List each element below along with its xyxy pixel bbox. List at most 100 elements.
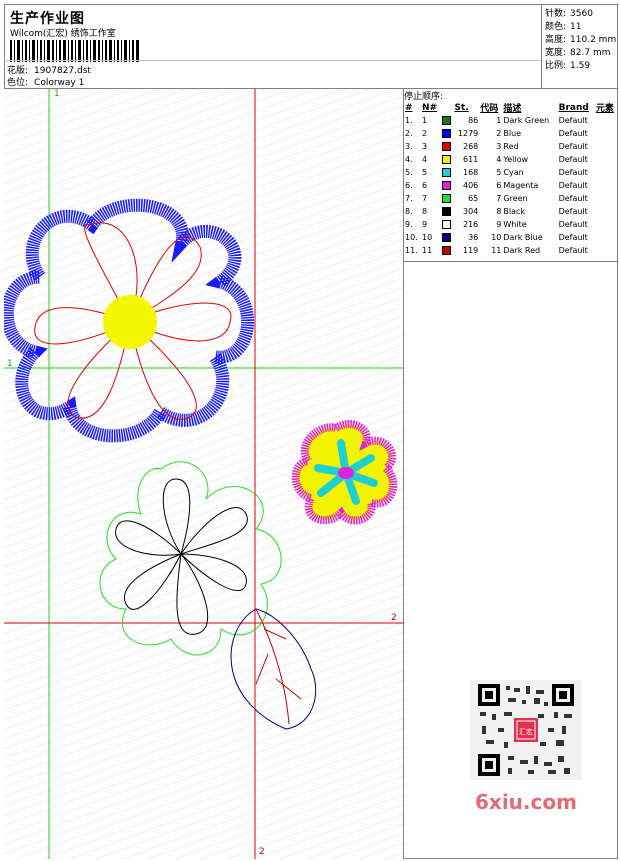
- row-code: 1: [496, 116, 502, 125]
- row-swatch: [441, 114, 454, 127]
- axis-label-red-right: 2: [391, 613, 397, 623]
- row-element: [595, 192, 618, 205]
- barcode: [10, 40, 139, 62]
- stat-colors: 颜色: 11: [545, 22, 582, 32]
- row-code: 5: [496, 168, 502, 177]
- row-swatch: [441, 166, 454, 179]
- table-row: 10. 10 36 10 Dark Blue Default: [404, 231, 618, 244]
- row-index: 11.: [405, 246, 418, 255]
- color-swatch-icon: [441, 233, 451, 242]
- stat-stitches: 针数: 3560: [545, 9, 593, 19]
- flower-outline-black: [115, 478, 248, 635]
- row-element: [595, 231, 618, 244]
- row-swatch: [441, 231, 454, 244]
- row-stitches: 168: [462, 168, 479, 177]
- row-swatch: [441, 153, 454, 166]
- qr-code: 汇宏: [470, 680, 582, 780]
- row-element: [595, 166, 618, 179]
- flower-small: [291, 420, 398, 525]
- row-swatch: [441, 218, 454, 231]
- design-canvas[interactable]: 1 1 2 2: [4, 89, 404, 859]
- stat-width: 宽度: 82.7 mm: [545, 48, 611, 58]
- row-needle: 2: [422, 129, 428, 138]
- table-row: 5. 5 168 5 Cyan Default: [404, 166, 618, 179]
- leaf: [230, 608, 317, 730]
- row-needle: 11: [422, 246, 433, 255]
- table-header-row: # N# St. 代码 描述 Brand 元素: [404, 101, 618, 115]
- flower-small-magenta-center: [338, 467, 354, 479]
- row-description: Green: [503, 194, 528, 203]
- row-needle: 9: [422, 220, 428, 229]
- color-swatch-icon: [441, 194, 451, 203]
- row-brand: Default: [558, 129, 588, 138]
- row-stitches: 611: [462, 155, 479, 164]
- design-stats: 针数: 3560 颜色: 11 高度: 110.2 mm 宽度: 82.7 mm 比例:…: [541, 4, 618, 88]
- col-index: #: [405, 102, 413, 113]
- color-swatch-icon: [441, 220, 451, 229]
- table-row: 2. 2 1279 2 Blue Default: [404, 127, 618, 140]
- col-code: 代码: [480, 104, 499, 114]
- row-description: White: [503, 220, 527, 229]
- qr-code-graphic: 汇宏: [478, 684, 574, 776]
- row-needle: 4: [422, 155, 428, 164]
- color-sequence-table: # N# St. 代码 描述 Brand 元素 1. 1 86 1 Dark Green…: [404, 101, 618, 257]
- stat-height: 高度: 110.2 mm: [545, 35, 617, 45]
- row-stitches: 36: [468, 233, 479, 242]
- row-code: 10: [491, 233, 502, 242]
- flower-outline: [99, 461, 282, 656]
- row-stitches: 86: [468, 116, 479, 125]
- col-needle: N#: [422, 102, 438, 113]
- row-code: 9: [496, 220, 502, 229]
- row-stitches: 406: [462, 181, 479, 190]
- row-element: [595, 140, 618, 153]
- row-needle: 8: [422, 207, 428, 216]
- row-element: [595, 127, 618, 140]
- row-code: 4: [496, 155, 502, 164]
- color-swatch-icon: [441, 246, 451, 255]
- row-brand: Default: [558, 155, 588, 164]
- row-code: 2: [496, 129, 502, 138]
- col-stitches: St.: [454, 102, 469, 113]
- table-row: 9. 9 216 9 White Default: [404, 218, 618, 231]
- row-index: 3.: [405, 142, 413, 151]
- row-stitches: 65: [468, 194, 479, 203]
- row-needle: 5: [422, 168, 428, 177]
- row-element: [595, 244, 618, 257]
- row-element: [595, 179, 618, 192]
- row-swatch: [441, 244, 454, 257]
- row-index: 7.: [405, 194, 413, 203]
- row-needle: 10: [422, 233, 433, 242]
- flower-large: [4, 198, 255, 443]
- row-index: 5.: [405, 168, 413, 177]
- row-code: 3: [496, 142, 502, 151]
- row-code: 7: [496, 194, 502, 203]
- row-element: [595, 153, 618, 166]
- row-stitches: 304: [462, 207, 479, 216]
- color-swatch-icon: [441, 116, 451, 125]
- row-needle: 6: [422, 181, 428, 190]
- color-swatch-icon: [441, 207, 451, 216]
- row-swatch: [441, 192, 454, 205]
- row-index: 10.: [405, 233, 418, 242]
- row-element: [595, 205, 618, 218]
- color-swatch-icon: [441, 129, 451, 138]
- row-index: 6.: [405, 181, 413, 190]
- table-bottom-border: [404, 261, 618, 262]
- row-brand: Default: [558, 194, 588, 203]
- leaf-dark-blue-outline: [230, 608, 317, 730]
- row-index: 2.: [405, 129, 413, 138]
- row-description: Blue: [503, 129, 522, 138]
- color-swatch-icon: [441, 142, 451, 151]
- row-swatch: [441, 179, 454, 192]
- table-row: 8. 8 304 8 Black Default: [404, 205, 618, 218]
- row-brand: Default: [558, 142, 588, 151]
- row-description: Yellow: [503, 155, 529, 164]
- row-brand: Default: [558, 168, 588, 177]
- row-stitches: 216: [462, 220, 479, 229]
- leaf-red-vein: [255, 608, 302, 725]
- axis-label-green-top: 1: [54, 89, 60, 99]
- row-stitches: 268: [462, 142, 479, 151]
- col-element: 元素: [595, 104, 614, 114]
- row-swatch: [441, 205, 454, 218]
- row-brand: Default: [558, 220, 588, 229]
